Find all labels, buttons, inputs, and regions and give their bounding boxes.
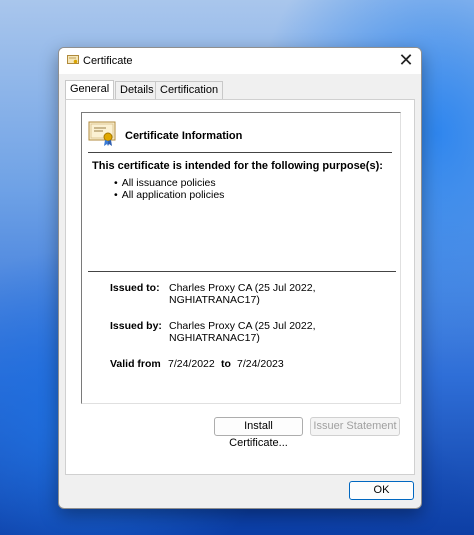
tab-details[interactable]: Details bbox=[115, 81, 159, 99]
issued-to-line: Charles Proxy CA (25 Jul 2022, bbox=[169, 282, 316, 294]
issued-to-label: Issued to: bbox=[110, 282, 160, 294]
tab-certification-path[interactable]: Certification Path bbox=[155, 81, 224, 113]
valid-from-label: Valid from bbox=[110, 358, 161, 370]
divider bbox=[88, 271, 396, 272]
valid-to-value: 7/24/2023 bbox=[237, 358, 284, 370]
certificate-dialog: Certificate ✕ General Details Certificat… bbox=[58, 47, 422, 509]
issuer-statement-button[interactable]: Issuer Statement bbox=[310, 417, 400, 436]
divider bbox=[88, 152, 392, 153]
purpose-item: All application policies bbox=[114, 189, 225, 201]
purpose-item: All issuance policies bbox=[114, 177, 224, 189]
issued-to-line: NGHIATRANAC17) bbox=[169, 294, 260, 306]
close-button[interactable]: ✕ bbox=[391, 48, 421, 74]
issued-by-value: Charles Proxy CA (25 Jul 2022, NGHIATRAN… bbox=[169, 320, 319, 344]
close-icon: ✕ bbox=[398, 50, 414, 70]
issued-by-line: Charles Proxy CA (25 Jul 2022, bbox=[169, 320, 316, 332]
valid-to-label: to bbox=[221, 358, 231, 370]
certificate-icon bbox=[67, 55, 79, 64]
window-title: Certificate bbox=[83, 55, 133, 67]
valid-from-value: 7/24/2022 bbox=[168, 358, 215, 370]
issued-by-label: Issued by: bbox=[110, 320, 162, 332]
ok-button[interactable]: OK bbox=[349, 481, 414, 500]
purpose-list: All issuance policies All application po… bbox=[114, 177, 225, 201]
issued-to-value: Charles Proxy CA (25 Jul 2022, NGHIATRAN… bbox=[169, 282, 319, 306]
general-tab-panel: Certificate Information This certificate… bbox=[65, 99, 415, 475]
tab-general[interactable]: General bbox=[65, 80, 115, 99]
title-bar[interactable]: Certificate ✕ bbox=[59, 48, 421, 74]
issued-by-line: NGHIATRANAC17) bbox=[169, 332, 260, 344]
purpose-heading: This certificate is intended for the fol… bbox=[92, 160, 383, 172]
certificate-info-box: Certificate Information This certificate… bbox=[81, 112, 401, 404]
install-certificate-button[interactable]: Install Certificate... bbox=[214, 417, 303, 449]
certificate-ribbon-icon bbox=[88, 121, 116, 146]
certificate-info-title: Certificate Information bbox=[125, 130, 243, 142]
